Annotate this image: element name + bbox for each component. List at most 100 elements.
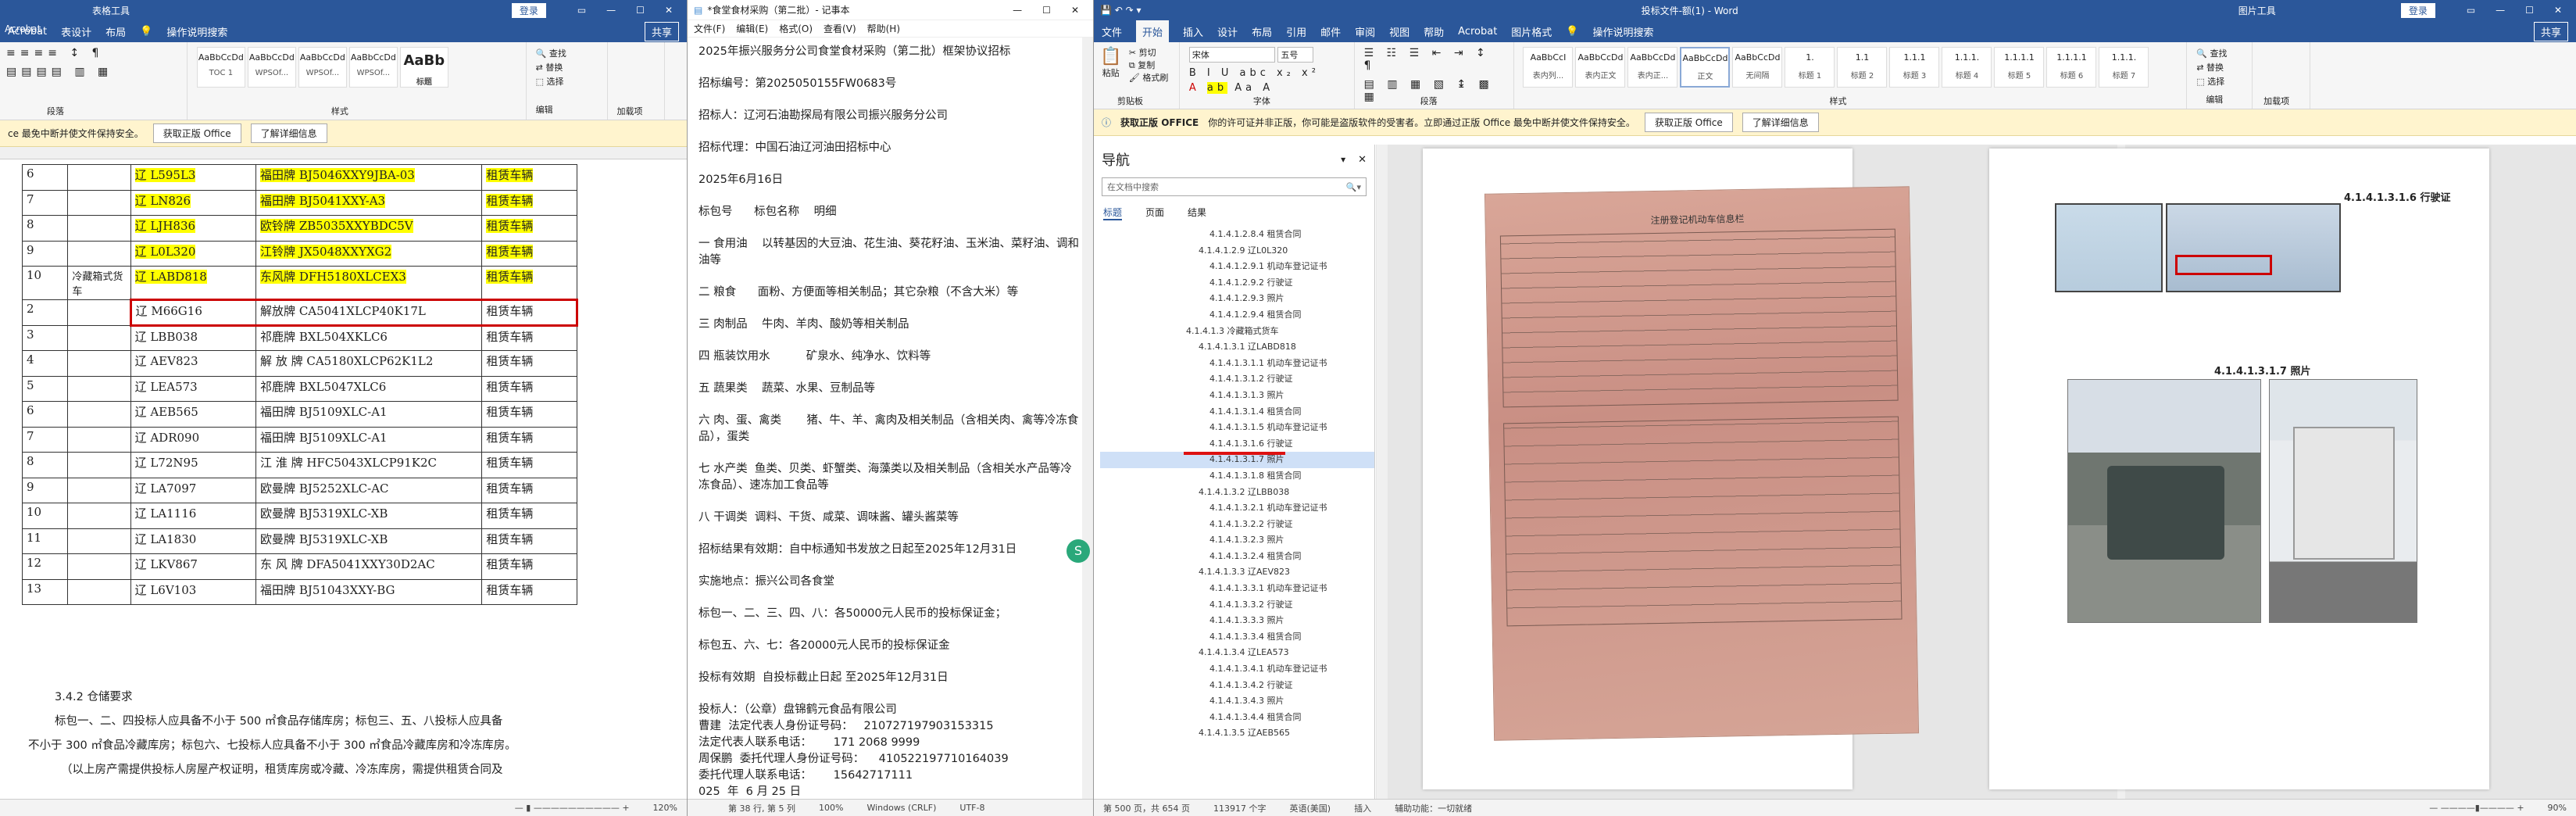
paste-button[interactable]: 📋 粘贴 bbox=[1100, 47, 1121, 79]
style-gallery-item[interactable]: AaBbCcDd 表内正... bbox=[1627, 47, 1678, 88]
acrobat-tab[interactable]: Acrobat bbox=[5, 23, 41, 34]
nav-heading-item[interactable]: 4.1.4.1.2.8.4 租赁合同 bbox=[1100, 227, 1374, 243]
tab-8[interactable]: 视图 bbox=[1389, 24, 1409, 39]
nav-heading-item[interactable]: 4.1.4.1.3.1.3 照片 bbox=[1100, 388, 1374, 404]
nav-heading-item[interactable]: 4.1.4.1.2.9.1 机动车登记证书 bbox=[1100, 259, 1374, 275]
ribbon-display-icon[interactable]: ▭ bbox=[577, 5, 586, 16]
nav-close-icon[interactable]: ✕ bbox=[1358, 154, 1367, 166]
nav-tab-pages[interactable]: 页面 bbox=[1145, 206, 1164, 220]
close-icon[interactable]: ✕ bbox=[665, 5, 673, 16]
select-button[interactable]: ⬚ 选择 bbox=[2196, 75, 2246, 89]
font-format-buttons[interactable]: B I U abc x₂ x² bbox=[1189, 67, 1348, 79]
style-toc1[interactable]: AaBbCcDd TOC 1 bbox=[196, 47, 245, 88]
maximize-icon[interactable]: ☐ bbox=[2525, 5, 2534, 16]
find-button[interactable]: 🔍 查找 bbox=[2196, 47, 2246, 61]
nav-heading-item[interactable]: 4.1.4.1.2.9.4 租赁合同 bbox=[1100, 307, 1374, 324]
menu-format[interactable]: 格式(O) bbox=[779, 22, 813, 35]
nav-heading-item[interactable]: 4.1.4.1.3.1.8 租赁合同 bbox=[1100, 468, 1374, 485]
paragraph-tools[interactable]: ≡≡≡≡ ↕ ¶ bbox=[6, 47, 180, 59]
tab-3[interactable]: 设计 bbox=[1217, 24, 1238, 39]
login-button[interactable]: 登录 bbox=[511, 2, 546, 18]
style-wps3[interactable]: AaBbCcDd WPSOf... bbox=[348, 47, 398, 88]
tab-layout[interactable]: 布局 bbox=[105, 24, 126, 39]
login-button[interactable]: 登录 bbox=[2400, 2, 2435, 18]
share-button[interactable]: 共享 bbox=[644, 21, 679, 41]
style-gallery-item[interactable]: AaBbCcDd 正文 bbox=[1680, 47, 1731, 88]
minimize-icon[interactable]: — bbox=[1013, 5, 1022, 16]
style-gallery-item[interactable]: 1.1 标题 2 bbox=[1837, 47, 1888, 88]
minimize-icon[interactable]: — bbox=[2496, 5, 2505, 16]
registration-certificate-image[interactable]: 注册登记机动车信息栏 bbox=[1484, 186, 1920, 741]
style-gallery-item[interactable]: AaBbCcI 表内列... bbox=[1523, 47, 1574, 88]
alignment-tools[interactable]: ▤▤▤▤ ▥ ▦ bbox=[6, 66, 180, 78]
tab-9[interactable]: 帮助 bbox=[1424, 24, 1444, 39]
truck-rear-photo[interactable] bbox=[2269, 379, 2417, 623]
copy-button[interactable]: ⧉ 复制 bbox=[1129, 59, 1168, 72]
cut-button[interactable]: ✂ 剪切 bbox=[1129, 47, 1168, 59]
tab-10[interactable]: Acrobat bbox=[1458, 26, 1497, 38]
style-gallery-item[interactable]: 1.1.1.1 标题 5 bbox=[1994, 47, 2045, 88]
style-gallery-item[interactable]: 1.1.1. 标题 4 bbox=[1942, 47, 1992, 88]
nav-heading-item[interactable]: 4.1.4.1.3.5 辽AEB565 bbox=[1100, 725, 1374, 742]
get-genuine-button[interactable]: 获取正版 Office bbox=[152, 123, 241, 143]
nav-heading-item[interactable]: 4.1.4.1.3.1.5 机动车登记证书 bbox=[1100, 420, 1374, 436]
nav-heading-item[interactable]: 4.1.4.1.3.3.4 租赁合同 bbox=[1100, 629, 1374, 646]
list-buttons[interactable]: ☰ ☷ ☰ ⇤ ⇥ ↕ ¶ bbox=[1364, 47, 1507, 72]
menu-edit[interactable]: 编辑(E) bbox=[736, 22, 768, 35]
status-words[interactable]: 113917 个字 bbox=[1213, 802, 1267, 814]
zoom-level[interactable]: 90% bbox=[2548, 803, 2567, 813]
status-mode[interactable]: 插入 bbox=[1354, 802, 1371, 814]
nav-heading-item[interactable]: 4.1.4.1.3.4.2 行驶证 bbox=[1100, 678, 1374, 694]
close-icon[interactable]: ✕ bbox=[2554, 5, 2562, 16]
status-accessibility[interactable]: 辅助功能：一切就绪 bbox=[1395, 802, 1472, 814]
font-size-select[interactable]: 五号 bbox=[1277, 47, 1314, 63]
maximize-icon[interactable]: ☐ bbox=[636, 5, 645, 16]
style-gallery-item[interactable]: AaBbCcDd 无间隔 bbox=[1732, 47, 1783, 88]
style-wps2[interactable]: AaBbCcDd WPSOf... bbox=[298, 47, 347, 88]
tab-2[interactable]: 插入 bbox=[1183, 24, 1203, 39]
nav-heading-item[interactable]: 4.1.4.1.3.1.2 行驶证 bbox=[1100, 371, 1374, 388]
close-icon[interactable]: ✕ bbox=[1071, 5, 1079, 16]
nav-heading-item[interactable]: 4.1.4.1.3.3.3 照片 bbox=[1100, 613, 1374, 629]
select-button[interactable]: ⬚ 选择 bbox=[536, 75, 601, 89]
nav-search-input[interactable]: 在文档中搜索 🔍▾ bbox=[1102, 177, 1367, 196]
tab-0[interactable]: 文件 bbox=[1102, 24, 1122, 39]
nav-heading-item[interactable]: 4.1.4.1.3.1.1 机动车登记证书 bbox=[1100, 356, 1374, 372]
nav-heading-item[interactable]: 4.1.4.1.3.4 辽LEA573 bbox=[1100, 645, 1374, 661]
nav-heading-item[interactable]: 4.1.4.1.3.2.2 行驶证 bbox=[1100, 517, 1374, 533]
driving-license-photo-1[interactable] bbox=[2055, 203, 2163, 292]
style-wps1[interactable]: AaBbCcDd WPSOf... bbox=[247, 47, 296, 88]
tab-6[interactable]: 邮件 bbox=[1320, 24, 1341, 39]
nav-heading-item[interactable]: 4.1.4.1.3.4.3 照片 bbox=[1100, 693, 1374, 710]
font-color-buttons[interactable]: A ab Aa A bbox=[1189, 82, 1348, 94]
search-icon[interactable]: 🔍▾ bbox=[1346, 182, 1361, 192]
zoom-slider[interactable]: — ————▮———— + bbox=[2429, 803, 2524, 813]
nav-heading-item[interactable]: 4.1.4.1.3.1.6 行驶证 bbox=[1100, 436, 1374, 453]
ribbon-display-icon[interactable]: ▭ bbox=[2467, 5, 2475, 16]
minimize-icon[interactable]: — bbox=[606, 5, 616, 16]
tab-7[interactable]: 审阅 bbox=[1355, 24, 1375, 39]
find-button[interactable]: 🔍 查找 bbox=[536, 47, 601, 61]
search-tell-me[interactable]: 操作说明搜索 bbox=[1593, 24, 1654, 39]
nav-heading-item[interactable]: 4.1.4.1.3.3.2 行驶证 bbox=[1100, 597, 1374, 614]
style-title[interactable]: AaBb 标题 bbox=[399, 47, 448, 88]
driving-license-photo-2[interactable] bbox=[2166, 203, 2341, 292]
nav-heading-item[interactable]: 4.1.4.1.3.2 辽LBB038 bbox=[1100, 485, 1374, 501]
search-tell-me[interactable]: 操作说明搜索 bbox=[166, 24, 227, 39]
status-page[interactable]: 第 500 页，共 654 页 bbox=[1103, 802, 1190, 814]
menu-file[interactable]: 文件(F) bbox=[694, 22, 725, 35]
get-genuine-button[interactable]: 获取正版 Office bbox=[1644, 113, 1733, 132]
nav-tab-headings[interactable]: 标题 bbox=[1103, 206, 1123, 220]
style-gallery-item[interactable]: 1.1.1 标题 3 bbox=[1889, 47, 1940, 88]
nav-heading-item[interactable]: 4.1.4.1.2.9.3 照片 bbox=[1100, 291, 1374, 307]
nav-heading-item[interactable]: 4.1.4.1.3.4.1 机动车登记证书 bbox=[1100, 661, 1374, 678]
tab-table-design[interactable]: 表设计 bbox=[61, 24, 91, 39]
tab-1[interactable]: 开始 bbox=[1136, 20, 1170, 43]
style-gallery-item[interactable]: 1.1.1. 标题 7 bbox=[2099, 47, 2149, 88]
nav-heading-item[interactable]: 4.1.4.1.3 冷藏箱式货车 bbox=[1100, 324, 1374, 340]
nav-tab-results[interactable]: 结果 bbox=[1188, 206, 1206, 220]
tab-4[interactable]: 布局 bbox=[1252, 24, 1272, 39]
maximize-icon[interactable]: ☐ bbox=[1042, 5, 1051, 16]
nav-options-icon[interactable]: ▾ bbox=[1341, 154, 1345, 165]
floating-assistant-icon[interactable]: S bbox=[1066, 539, 1090, 563]
